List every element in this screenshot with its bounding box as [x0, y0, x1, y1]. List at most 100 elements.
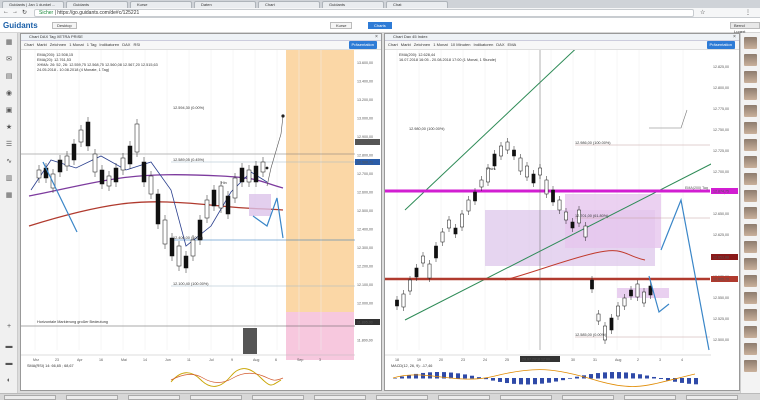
browser-tab[interactable]: Chart	[258, 1, 320, 8]
user-menu[interactable]: Bernd Lugert	[730, 22, 760, 34]
comment-icon[interactable]: ✉	[4, 56, 14, 64]
list-icon[interactable]: ☰	[4, 141, 14, 149]
grid2-icon[interactable]: ▦	[4, 192, 14, 200]
tab-kurse[interactable]: Kurse	[330, 22, 353, 29]
y-tick-label: 13.400,00	[357, 80, 373, 84]
taskbar-item[interactable]	[376, 395, 428, 400]
right-toolbar-item[interactable]: Markt	[401, 41, 411, 49]
right-toolbar-item[interactable]: Präsentation	[706, 41, 735, 49]
left-toolbar-item[interactable]: 1 Monat	[69, 41, 83, 49]
browser-tab[interactable]: Kurse	[130, 1, 192, 8]
left-chart-plot[interactable]: 12.594,30 (0.00%) 12.589,05 (0.45%) 12.406…	[21, 50, 381, 390]
projection-path	[266, 115, 284, 187]
star-icon[interactable]: ☆	[700, 9, 705, 16]
chart-annotation: 12.585,00 (0.00%)	[575, 333, 607, 337]
forward-icon[interactable]: →	[12, 9, 18, 15]
folder-icon[interactable]: ▬	[4, 343, 14, 351]
team-avatar[interactable]	[744, 275, 757, 287]
team-avatar[interactable]	[744, 71, 757, 83]
folder-icon[interactable]: ▬	[4, 360, 14, 368]
candle	[64, 155, 70, 167]
candle	[253, 165, 259, 183]
team-avatar[interactable]	[744, 190, 757, 202]
y-tick-label: 12.200,00	[357, 265, 373, 269]
left-toolbar-item[interactable]: Indikatoren	[99, 41, 119, 49]
right-toolbar-item[interactable]: 10 Minuten	[451, 41, 471, 49]
plus-icon[interactable]: +	[4, 323, 14, 331]
right-chart-plot[interactable]: 12.986,00 (100.00%) 12.701,00 (61.80%) 12.…	[385, 50, 739, 390]
x-tick-label: 3	[659, 358, 661, 362]
table-icon[interactable]: ▥	[4, 175, 14, 183]
right-toolbar-item[interactable]: EMA	[508, 41, 517, 49]
right-toolbar-item[interactable]: DAX	[496, 41, 504, 49]
right-toolbar-item[interactable]: Chart	[388, 41, 398, 49]
left-toolbar-item[interactable]: DAX	[122, 41, 130, 49]
eye-icon[interactable]: ◉	[4, 90, 14, 98]
team-avatar[interactable]	[744, 139, 757, 151]
team-avatar[interactable]	[744, 309, 757, 321]
team-avatar[interactable]	[744, 360, 757, 372]
macd-histogram-bar	[554, 378, 558, 382]
grid-icon[interactable]: ▦	[4, 39, 14, 47]
team-avatar[interactable]	[744, 326, 757, 338]
team-avatar[interactable]	[744, 88, 757, 100]
url-field[interactable]: Sicher | https://go.guidants.com/de#c/12…	[34, 9, 694, 17]
chart-icon[interactable]: ∿	[4, 158, 14, 166]
taskbar-item[interactable]	[252, 395, 304, 400]
y-tick-label: 12.775,00	[713, 107, 729, 111]
sar-line	[30, 155, 268, 247]
team-avatar[interactable]	[744, 241, 757, 253]
left-toolbar-item[interactable]: Zeichnen	[50, 41, 66, 49]
taskbar-item[interactable]	[500, 395, 552, 400]
right-toolbar-item[interactable]: 1 Monat	[433, 41, 447, 49]
close-icon[interactable]: ×	[374, 34, 379, 40]
taskbar-item[interactable]	[66, 395, 118, 400]
right-toolbar-item[interactable]: Indikatoren	[474, 41, 494, 49]
team-avatar[interactable]	[744, 156, 757, 168]
team-avatar[interactable]	[744, 122, 757, 134]
price-tag-label: 12.874,75	[713, 190, 729, 194]
left-toolbar-item[interactable]: Präsentation	[348, 41, 377, 49]
taskbar-item[interactable]	[4, 395, 56, 400]
taskbar-item[interactable]	[624, 395, 676, 400]
settings-icon[interactable]: ◐	[4, 377, 14, 385]
team-avatar[interactable]	[744, 207, 757, 219]
team-avatar[interactable]	[744, 54, 757, 66]
star-icon[interactable]: ★	[4, 124, 14, 132]
reload-icon[interactable]: ↻	[22, 9, 27, 16]
team-avatar[interactable]	[744, 37, 757, 49]
close-icon[interactable]: ×	[732, 34, 737, 40]
left-toolbar-item[interactable]: Markt	[37, 41, 47, 49]
team-avatar[interactable]	[744, 224, 757, 236]
team-avatar[interactable]	[744, 258, 757, 270]
team-avatar[interactable]	[744, 343, 757, 355]
y-tick-label: 12.525,00	[713, 317, 729, 321]
left-toolbar-item[interactable]: 1 Tag	[87, 41, 97, 49]
doc-icon[interactable]: ▤	[4, 73, 14, 81]
browser-tab[interactable]: Daten	[194, 1, 256, 8]
back-icon[interactable]: ←	[3, 9, 9, 15]
browser-tab[interactable]: Guidants	[66, 1, 128, 8]
left-toolbar-item[interactable]: Chart	[24, 41, 34, 49]
taskbar-item[interactable]	[314, 395, 366, 400]
taskbar-item[interactable]	[438, 395, 490, 400]
team-avatar[interactable]	[744, 173, 757, 185]
tab-desktop[interactable]: Desktop	[52, 22, 77, 29]
browser-tab[interactable]: Guidants | Jan 1 dunkel ...	[2, 1, 64, 8]
menu-icon[interactable]: ⋮	[745, 9, 751, 16]
right-toolbar-item[interactable]: Zeichnen	[414, 41, 430, 49]
team-avatar[interactable]	[744, 292, 757, 304]
macd-histogram-bar	[694, 378, 698, 385]
taskbar-item[interactable]	[128, 395, 180, 400]
browser-tab[interactable]: Chat	[386, 1, 448, 8]
team-avatar[interactable]	[744, 105, 757, 117]
taskbar-item[interactable]	[190, 395, 242, 400]
tab-charts[interactable]: Charts	[368, 22, 392, 29]
candle	[635, 283, 640, 298]
candle	[427, 263, 432, 279]
browser-tab[interactable]: Guidants	[322, 1, 384, 8]
taskbar-item[interactable]	[686, 395, 738, 400]
calendar-icon[interactable]: ▣	[4, 107, 14, 115]
left-toolbar-item[interactable]: RSI	[133, 41, 140, 49]
taskbar-item[interactable]	[562, 395, 614, 400]
